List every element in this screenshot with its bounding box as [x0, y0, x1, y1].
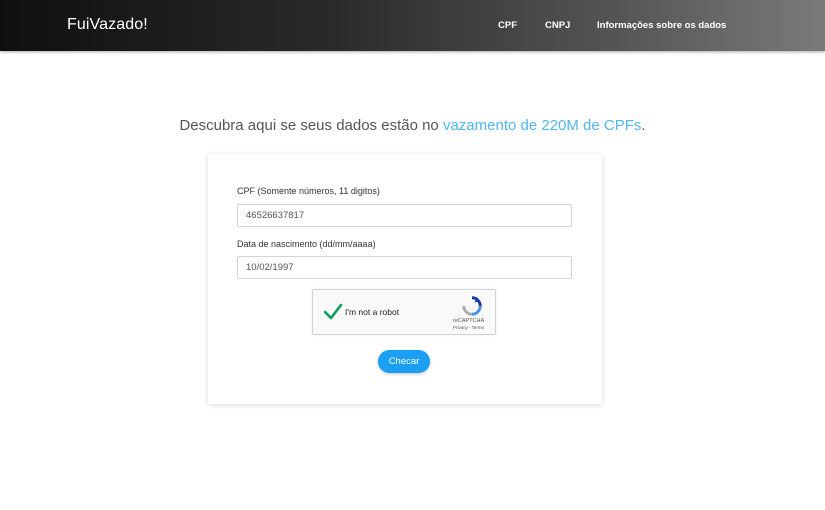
cpf-input[interactable]: [237, 204, 572, 227]
headline-period: .: [641, 117, 646, 134]
dob-label: Data de nascimento (dd/mm/aaaa): [237, 239, 376, 249]
headline-link[interactable]: vazamento de 220M de CPFs: [443, 117, 641, 134]
headline-text: Descubra aqui se seus dados estão no: [179, 117, 443, 134]
nav-link-cnpj[interactable]: CNPJ: [545, 20, 570, 31]
brand-logo[interactable]: FuiVazado!: [67, 16, 148, 34]
top-navbar: FuiVazado! CPF CNPJ Informações sobre os…: [0, 0, 825, 51]
nav-link-info[interactable]: Informações sobre os dados: [597, 20, 726, 31]
checkmark-icon[interactable]: [323, 302, 343, 322]
nav-link-cpf[interactable]: CPF: [498, 20, 517, 31]
captcha-links[interactable]: Privacy - Terms: [453, 325, 484, 330]
page-headline: Descubra aqui se seus dados estão no vaz…: [0, 117, 825, 134]
captcha-brand: reCAPTCHA: [453, 318, 485, 324]
dob-input[interactable]: [237, 256, 572, 279]
captcha-label: I'm not a robot: [345, 307, 400, 317]
checar-button[interactable]: Checar: [378, 350, 430, 373]
cpf-label: CPF (Somente números, 11 digitos): [237, 186, 380, 196]
recaptcha-logo-icon: [462, 296, 482, 316]
recaptcha-widget: I'm not a robot reCAPTCHA Privacy - Term…: [312, 289, 496, 335]
search-form-card: CPF (Somente números, 11 digitos) Data d…: [208, 154, 602, 404]
